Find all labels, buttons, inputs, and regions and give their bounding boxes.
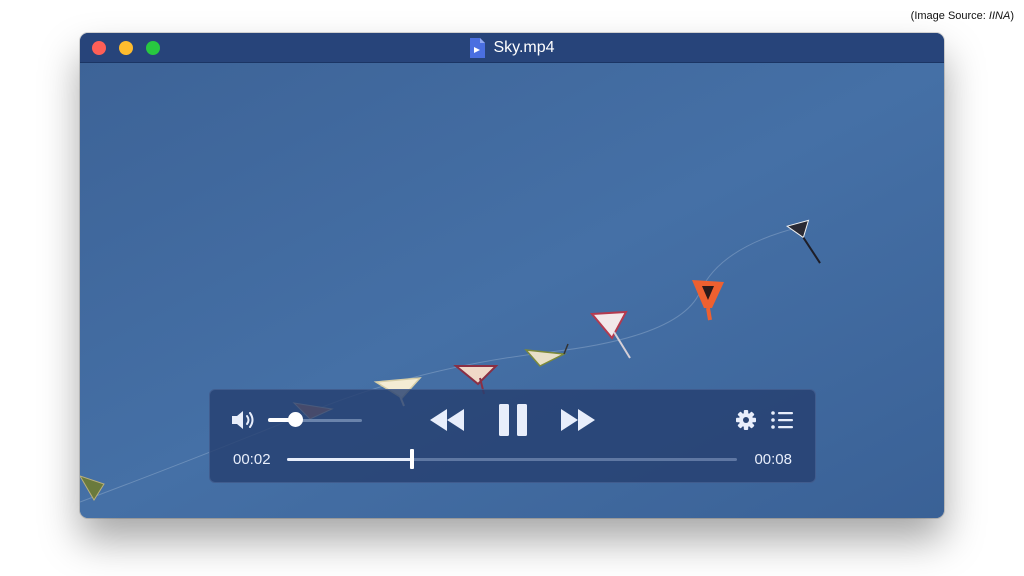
- rewind-icon[interactable]: [429, 407, 465, 433]
- video-file-icon: [470, 37, 486, 58]
- volume-icon[interactable]: [230, 409, 256, 431]
- pause-icon[interactable]: [497, 403, 529, 437]
- duration-label: 00:08: [754, 451, 792, 468]
- current-time-label: 00:02: [233, 451, 271, 468]
- caption-prefix: (Image Source:: [910, 10, 989, 22]
- image-source-caption: (Image Source: IINA): [911, 10, 1014, 22]
- seek-bar-knob[interactable]: [410, 449, 414, 469]
- settings-gear-icon[interactable]: [735, 409, 757, 431]
- fast-forward-icon[interactable]: [560, 407, 596, 433]
- title-bar[interactable]: Sky.mp4: [80, 33, 944, 63]
- seek-bar-played: [287, 458, 412, 461]
- playlist-icon[interactable]: [770, 409, 794, 431]
- volume-slider-knob[interactable]: [288, 412, 303, 427]
- player-window: Sky.mp4 00:02 00:08: [80, 33, 944, 518]
- caption-suffix: ): [1010, 10, 1014, 22]
- window-title: Sky.mp4: [493, 38, 555, 56]
- caption-source-name: IINA: [988, 10, 1011, 22]
- playback-controls-panel: 00:02 00:08: [209, 389, 816, 483]
- window-title-group: Sky.mp4: [80, 33, 944, 62]
